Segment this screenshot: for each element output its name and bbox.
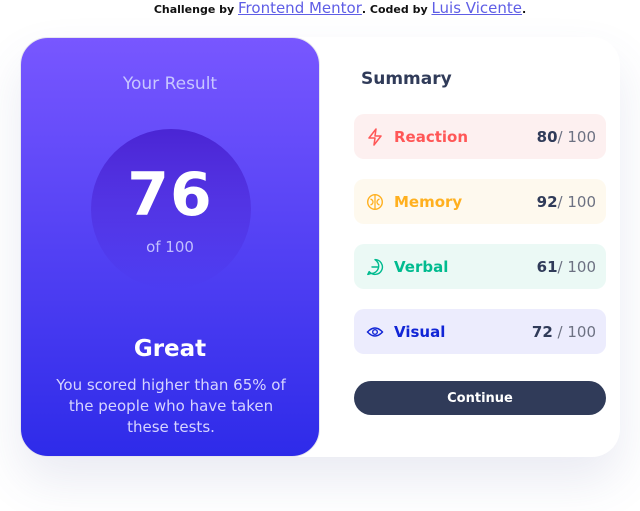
results-card: Your Result 76 of 100 Great You scored h…: [20, 37, 620, 457]
score-total: of 100: [146, 238, 194, 256]
summary-item-reaction: Reaction 80/ 100: [354, 114, 606, 159]
summary-item-score: 92: [536, 192, 558, 211]
continue-button[interactable]: Continue: [354, 381, 606, 415]
author-link[interactable]: Luis Vicente: [431, 0, 522, 17]
summary-item-score: 72: [531, 322, 553, 341]
summary-item-value: 72 / 100: [532, 323, 596, 341]
lightning-icon: [366, 127, 384, 146]
grade-label: Great: [133, 336, 207, 362]
brain-icon: [366, 193, 384, 211]
summary-item-max: / 100: [557, 127, 596, 146]
summary-item-score: 80: [536, 127, 558, 146]
result-panel: Your Result 76 of 100 Great You scored h…: [20, 37, 320, 457]
speech-bubble-icon: [366, 258, 384, 276]
frontend-mentor-link[interactable]: Frontend Mentor: [238, 0, 362, 17]
result-title: Your Result: [122, 74, 218, 94]
summary-item-score: 61: [536, 257, 558, 276]
summary-item-memory: Memory 92/ 100: [354, 179, 606, 224]
attribution-challenge-prefix: Challenge by: [153, 3, 239, 16]
summary-item-label: Visual: [394, 322, 446, 341]
summary-item-value: 92/ 100: [537, 193, 596, 211]
attribution-suffix: .: [522, 3, 527, 16]
summary-item-label: Reaction: [394, 127, 469, 146]
summary-item-max: / 100: [552, 322, 596, 341]
summary-item-value: 80/ 100: [537, 128, 596, 146]
summary-item-max: / 100: [557, 192, 596, 211]
summary-item-visual: Visual 72 / 100: [354, 309, 606, 354]
summary-title: Summary: [361, 69, 452, 89]
summary-item-max: / 100: [557, 257, 596, 276]
summary-item-value: 61/ 100: [537, 258, 596, 276]
score-value: 76: [127, 160, 213, 230]
eye-icon: [366, 323, 384, 341]
result-description: You scored higher than 65% of the people…: [56, 376, 286, 436]
summary-item-label: Verbal: [394, 257, 449, 276]
summary-panel: Summary Reaction 80/ 100 Memory 92/ 100 …: [354, 37, 606, 457]
attribution: Challenge by Frontend Mentor. Coded by L…: [0, 0, 640, 18]
attribution-coded-prefix: . Coded by: [361, 3, 432, 16]
summary-item-verbal: Verbal 61/ 100: [354, 244, 606, 289]
summary-item-label: Memory: [394, 192, 463, 211]
